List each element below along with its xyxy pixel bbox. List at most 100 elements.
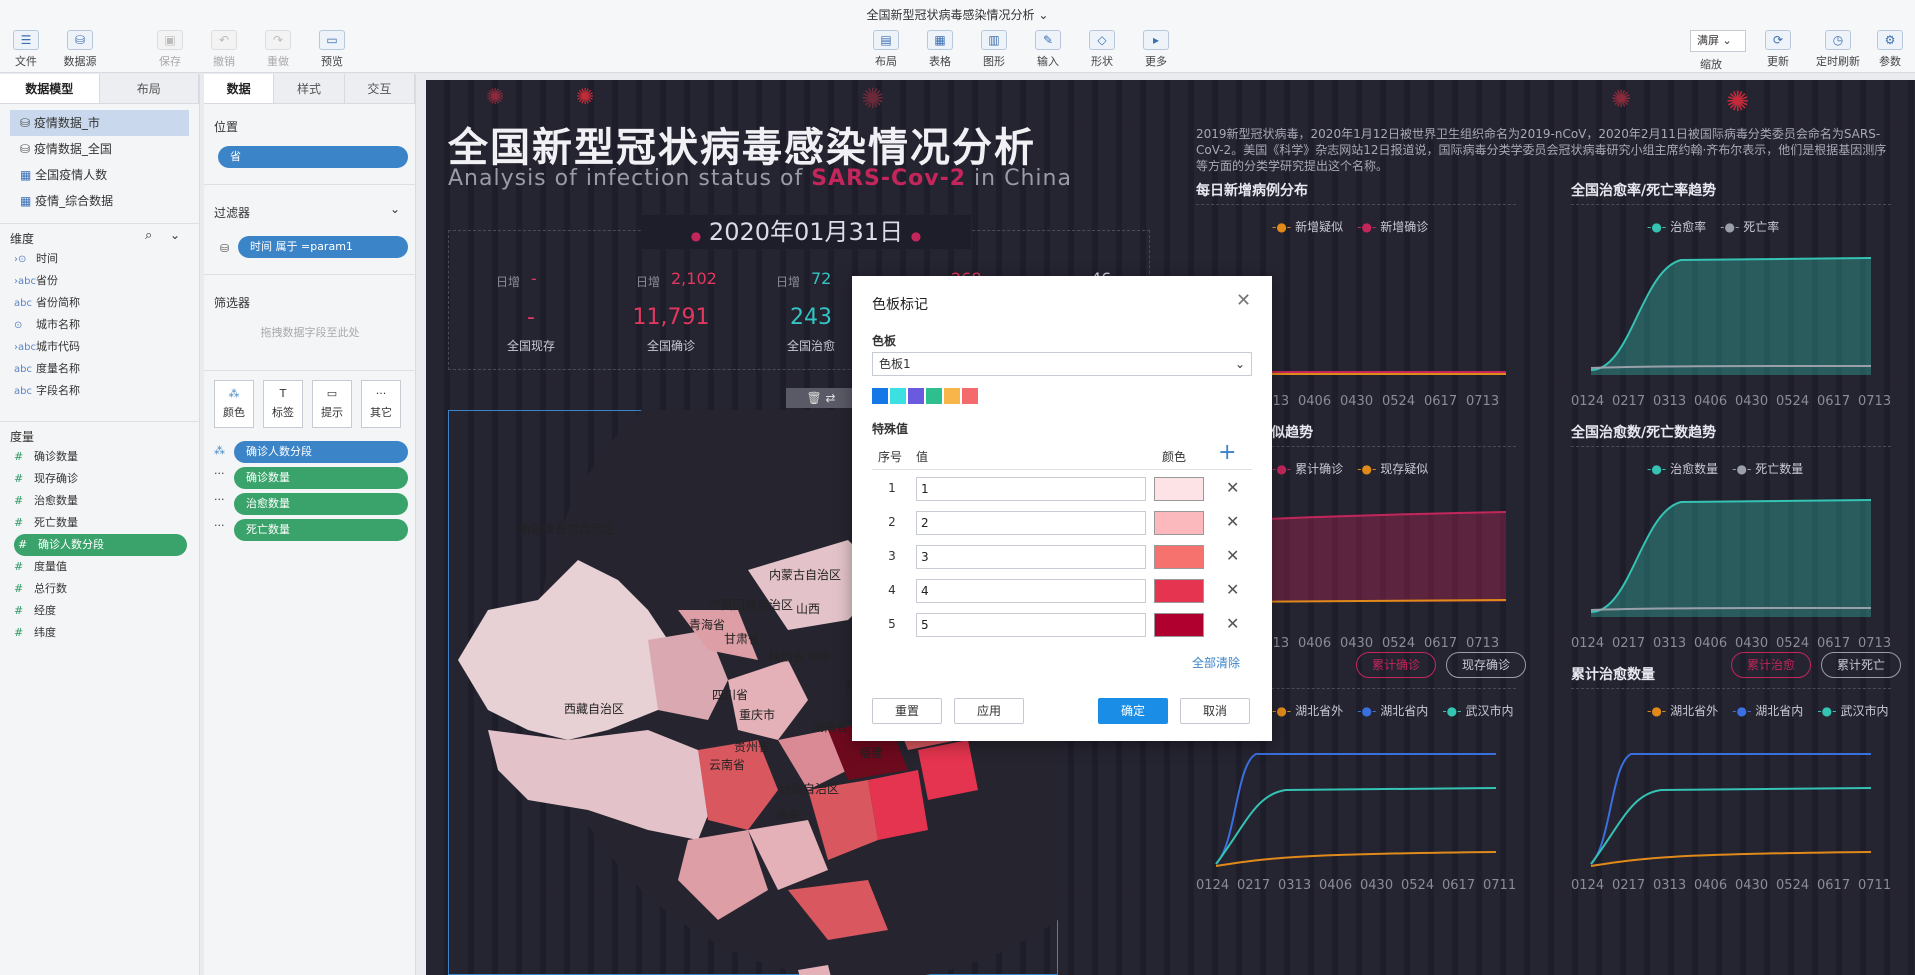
color-picker-swatch[interactable] (1154, 511, 1204, 535)
color-picker-swatch[interactable] (1154, 545, 1204, 569)
mark-field-pill[interactable]: 死亡数量 (234, 519, 408, 541)
chart-button[interactable]: ▥ 图形 (972, 30, 1016, 70)
swap-icon[interactable]: ⇄ (826, 391, 836, 405)
position-field-pill[interactable]: 省 (218, 146, 408, 168)
tab-layout[interactable]: 布局 (99, 74, 199, 103)
apply-button[interactable]: 应用 (954, 698, 1024, 724)
special-value-input[interactable] (916, 579, 1146, 603)
palette-swatch[interactable] (962, 388, 978, 404)
measure-field[interactable]: # 治愈数量 (0, 490, 199, 512)
tab-interaction[interactable]: 交互 (344, 74, 415, 103)
datasource-button[interactable]: ⛁ 数据源 (58, 30, 102, 70)
palette-swatch[interactable] (890, 388, 906, 404)
palette-swatch[interactable] (926, 388, 942, 404)
redo-button[interactable]: ↷ 重做 (256, 30, 300, 70)
dataset-item[interactable]: ▦ 疫情_综合数据 (0, 188, 199, 214)
chart-panel[interactable]: 全国治愈率/死亡率趋势 -●- 治愈率 -●- 死亡率 0124 0217 0313 0406 0… (1571, 180, 1901, 420)
special-value-input[interactable] (916, 545, 1146, 569)
measure-field-selected[interactable]: # 确诊人数分段 (14, 534, 187, 556)
search-icon[interactable]: ⌕ (145, 228, 152, 243)
palette-swatch[interactable] (944, 388, 960, 404)
number-type-icon: # (14, 450, 24, 463)
tab-data[interactable]: 数据 (204, 74, 275, 103)
mark-field-pill[interactable]: 确诊人数分段 (234, 441, 408, 463)
chart-toggle-button[interactable]: 累计死亡 (1821, 652, 1901, 678)
mark-tooltip-button[interactable]: ▭ 提示 (312, 380, 352, 428)
dimension-field[interactable]: abc 省份简称 (0, 292, 199, 314)
clear-all-link[interactable]: 全部清除 (1192, 654, 1240, 671)
legend-marker-icon: -●- (1647, 462, 1667, 476)
delete-row-icon[interactable]: ✕ (1226, 580, 1239, 599)
save-button[interactable]: ▣ 保存 (148, 30, 192, 70)
cancel-button[interactable]: 取消 (1180, 698, 1250, 724)
layout-button[interactable]: ▤ 布局 (864, 30, 908, 70)
region-jiangxi[interactable] (868, 770, 928, 840)
palette-swatch[interactable] (872, 388, 888, 404)
dimension-field[interactable]: abc 字段名称 (0, 380, 199, 402)
shape-button[interactable]: ◇ 形状 (1080, 30, 1124, 70)
params-button[interactable]: ⚙ 参数 (1868, 30, 1912, 70)
dimension-field[interactable]: ⊙ 城市名称 (0, 314, 199, 336)
zoom-select[interactable]: 满屏 ⌄ (1690, 30, 1746, 52)
component-toolbar[interactable]: 🗑 ⇄ (786, 388, 856, 408)
chart-toggle-button[interactable]: 累计确诊 (1356, 652, 1436, 678)
measure-field[interactable]: # 度量值 (0, 556, 199, 578)
row-number: 3 (888, 549, 896, 563)
chevron-down-icon[interactable]: ⌄ (170, 228, 180, 242)
close-icon[interactable]: ✕ (1236, 290, 1251, 311)
measure-field[interactable]: # 死亡数量 (0, 512, 199, 534)
delete-row-icon[interactable]: ✕ (1226, 512, 1239, 531)
dimension-field[interactable]: abc 度量名称 (0, 358, 199, 380)
delete-row-icon[interactable]: ✕ (1226, 546, 1239, 565)
measure-field[interactable]: # 确诊数量 (0, 446, 199, 468)
dataset-item[interactable]: ⛁ 疫情数据_全国 (0, 136, 199, 162)
palette-swatch[interactable] (908, 388, 924, 404)
more-button[interactable]: ▸ 更多 (1134, 30, 1178, 70)
preview-button[interactable]: ▭ 预览 (310, 30, 354, 70)
refresh-button[interactable]: ⟳ 更新 (1756, 30, 1800, 70)
table-button[interactable]: ▦ 表格 (918, 30, 962, 70)
dataset-item[interactable]: ▦ 全国疫情人数 (0, 162, 199, 188)
dimension-field[interactable]: ›abc城市代码 (0, 336, 199, 358)
reset-button[interactable]: 重置 (872, 698, 942, 724)
mark-color-button[interactable]: ⁂ 颜色 (214, 380, 254, 428)
input-button[interactable]: ✎ 输入 (1026, 30, 1070, 70)
color-picker-swatch[interactable] (1154, 579, 1204, 603)
chart-panel[interactable]: 累计治愈数量 -●- 湖北省外 -●- 湖北省内 -●- 武汉市内 累计治愈 累计死亡 0124 0… (1571, 652, 1901, 904)
special-value-input[interactable] (916, 477, 1146, 501)
chevron-down-icon[interactable]: ⌄ (390, 202, 400, 216)
chart-toggle-button[interactable]: 累计治愈 (1731, 652, 1811, 678)
tab-style[interactable]: 样式 (274, 74, 345, 103)
file-button[interactable]: ☰ 文件 (4, 30, 48, 70)
document-title[interactable]: 全国新型冠状病毒感染情况分析 ⌄ (0, 6, 1915, 23)
chart-panel[interactable]: 全国治愈数/死亡数趋势 -●- 治愈数量 -●- 死亡数量 0124 0217 0313 040… (1571, 422, 1901, 662)
measure-field[interactable]: # 经度 (0, 600, 199, 622)
delete-row-icon[interactable]: ✕ (1226, 614, 1239, 633)
sql-dataset-icon: ▦ (20, 194, 36, 208)
filter-field-pill[interactable]: 时间 属于 =param1 (238, 236, 408, 258)
ok-button[interactable]: 确定 (1098, 698, 1168, 724)
measure-field[interactable]: # 现存确诊 (0, 468, 199, 490)
region-zhejiang[interactable] (918, 740, 978, 800)
dataset-item[interactable]: ⛁ 疫情数据_市 (10, 110, 189, 136)
color-picker-swatch[interactable] (1154, 613, 1204, 637)
palette-select[interactable]: 色板1 ⌄ (872, 352, 1252, 376)
special-value-input[interactable] (916, 511, 1146, 535)
mark-other-button[interactable]: ··· 其它 (361, 380, 401, 428)
tab-data-model[interactable]: 数据模型 (0, 74, 100, 103)
undo-button[interactable]: ↶ 撤销 (202, 30, 246, 70)
measure-field[interactable]: # 纬度 (0, 622, 199, 644)
mark-field-pill[interactable]: 治愈数量 (234, 493, 408, 515)
timed-refresh-button[interactable]: ◷ 定时刷新 (1814, 30, 1862, 70)
color-picker-swatch[interactable] (1154, 477, 1204, 501)
mark-field-pill[interactable]: 确诊数量 (234, 467, 408, 489)
special-value-input[interactable] (916, 613, 1146, 637)
mark-label-button[interactable]: T 标签 (263, 380, 303, 428)
delete-icon[interactable]: 🗑 (806, 391, 821, 405)
dimension-field[interactable]: ›⊙ 时间 (0, 248, 199, 270)
measure-field[interactable]: # 总行数 (0, 578, 199, 600)
add-icon[interactable]: + (1218, 440, 1236, 465)
chart-toggle-button[interactable]: 现存确诊 (1446, 652, 1526, 678)
delete-row-icon[interactable]: ✕ (1226, 478, 1239, 497)
dimension-field[interactable]: ›abc省份 (0, 270, 199, 292)
